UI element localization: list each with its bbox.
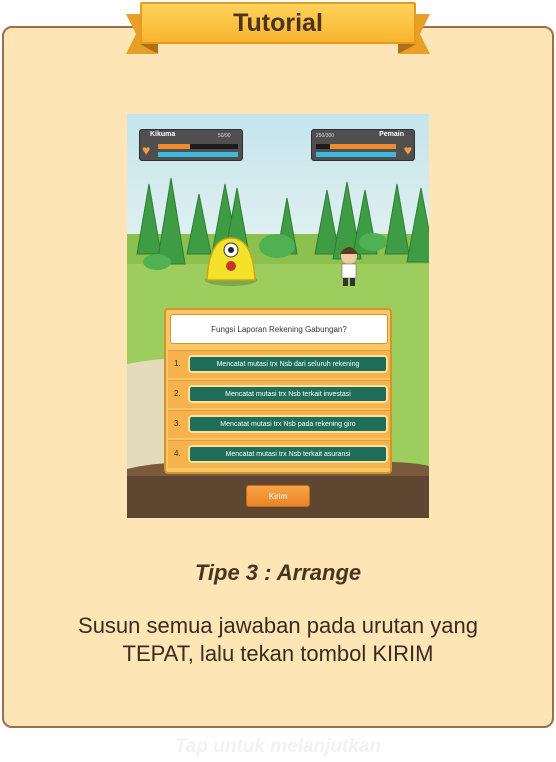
option-row[interactable]: 2. Mencatat mutasi trx Nsb terkait inves… (168, 380, 390, 408)
enemy-energy-bar (158, 152, 238, 157)
enemy-name: Kikuma (150, 131, 176, 138)
enemy-hud: Kikuma 50/90 ♥ (139, 129, 243, 161)
question-text: Fungsi Laporan Rekening Gabungan? (170, 314, 388, 344)
option-button[interactable]: Mencatat mutasi trx Nsb terkait investas… (188, 385, 388, 403)
player-hp: 250/300 (316, 133, 335, 139)
question-panel: Fungsi Laporan Rekening Gabungan? 1. Men… (164, 308, 392, 474)
option-button[interactable]: Mencatat mutasi trx Nsb dari seluruh rek… (188, 355, 388, 373)
submit-button[interactable]: Kirim (246, 485, 310, 507)
enemy-hp-bar (158, 144, 238, 149)
option-button[interactable]: Mencatat mutasi trx Nsb pada rekening gi… (188, 415, 388, 433)
banner-title: Tutorial (233, 8, 323, 37)
option-row[interactable]: 3. Mencatat mutasi trx Nsb pada rekening… (168, 410, 390, 438)
game-screenshot: Kikuma 50/90 ♥ Pemain 250/300 ♥ Fungsi L… (127, 114, 429, 518)
option-number: 3. (174, 419, 181, 428)
tutorial-banner: Tutorial (126, 0, 430, 58)
player-energy-bar (316, 152, 396, 157)
ribbon-main: Tutorial (140, 2, 416, 44)
tutorial-type-title: Tipe 3 : Arrange (194, 560, 362, 585)
heart-icon: ♥ (403, 142, 412, 158)
option-row[interactable]: 4. Mencatat mutasi trx Nsb terkait asura… (168, 440, 390, 468)
player-hp-bar (316, 144, 396, 149)
option-row[interactable]: 1. Mencatat mutasi trx Nsb dari seluruh … (168, 350, 390, 378)
player-hud: Pemain 250/300 ♥ (311, 129, 415, 161)
option-button[interactable]: Mencatat mutasi trx Nsb terkait asuransi (188, 445, 388, 463)
option-number: 1. (174, 359, 181, 368)
option-number: 4. (174, 449, 181, 458)
player-name: Pemain (379, 131, 404, 138)
option-number: 2. (174, 389, 181, 398)
enemy-hp: 50/90 (218, 133, 231, 139)
tap-to-continue[interactable]: Tap untuk melanjutkan (0, 736, 556, 758)
tutorial-description: Susun semua jawaban pada urutan yang TEP… (78, 613, 478, 666)
heart-icon: ♥ (142, 142, 151, 158)
